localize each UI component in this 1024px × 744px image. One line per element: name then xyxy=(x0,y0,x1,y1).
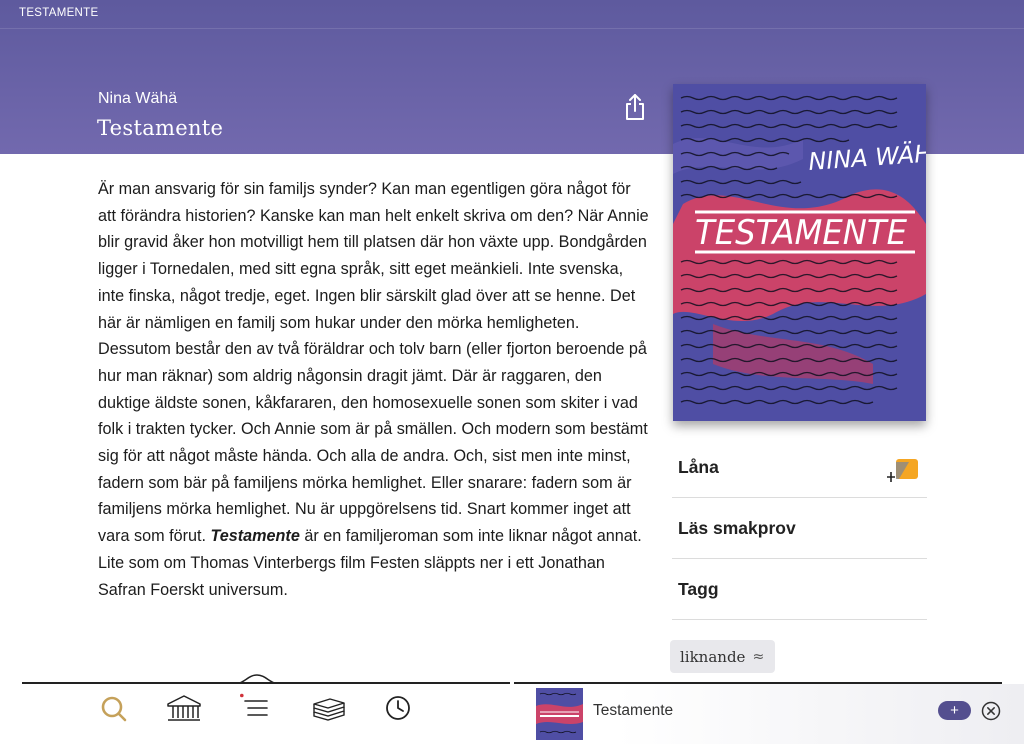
similar-button[interactable]: liknande ≈ xyxy=(670,640,776,673)
similar-label: liknande xyxy=(680,647,746,666)
menu-list-icon xyxy=(240,693,268,716)
cover-title-text: TESTAMENTE xyxy=(695,213,907,253)
read-sample-button[interactable]: Läs smakprov xyxy=(672,498,927,559)
mini-player-title: Testamente xyxy=(593,702,674,719)
nav-history[interactable] xyxy=(385,693,417,725)
mini-player-close-button[interactable] xyxy=(981,701,1001,721)
tags-label: Tagg xyxy=(678,578,719,599)
add-to-loans-icon xyxy=(887,459,918,482)
book-actions: Låna Läs smakprov Tagg xyxy=(672,437,927,620)
nav-books[interactable] xyxy=(310,693,345,725)
mini-cover-art xyxy=(536,688,583,740)
book-cover[interactable]: NINA WÄHÄ TESTAMENTE xyxy=(673,84,926,421)
sample-label: Läs smakprov xyxy=(678,517,796,538)
search-icon xyxy=(101,696,127,722)
mini-player-cover[interactable] xyxy=(536,688,583,740)
close-icon xyxy=(981,701,1001,721)
mini-player-add-button[interactable]: + xyxy=(938,701,971,720)
book-title: Testamente xyxy=(97,116,224,140)
description-text: Är man ansvarig för sin familjs synder? … xyxy=(98,180,649,546)
cover-art: NINA WÄHÄ TESTAMENTE xyxy=(673,84,926,421)
nav-search[interactable] xyxy=(98,693,130,725)
share-icon xyxy=(626,94,644,120)
app-title: TESTAMENTE xyxy=(19,7,99,19)
approx-icon: ≈ xyxy=(752,648,765,665)
clock-icon xyxy=(386,696,410,720)
book-author[interactable]: Nina Wähä xyxy=(98,90,177,108)
nav-lists[interactable] xyxy=(240,693,272,725)
library-icon xyxy=(167,695,201,721)
books-stack-icon xyxy=(313,698,345,721)
description-emphasis: Testamente xyxy=(210,527,300,546)
tags-button[interactable]: Tagg xyxy=(672,559,927,620)
share-button[interactable] xyxy=(623,92,647,122)
book-description: Är man ansvarig för sin familjs synder? … xyxy=(98,176,650,603)
loan-label: Låna xyxy=(678,456,719,477)
loan-button[interactable]: Låna xyxy=(672,437,927,498)
nav-library[interactable] xyxy=(166,693,201,725)
nav-indicator xyxy=(234,672,280,684)
header-divider xyxy=(0,28,1024,29)
